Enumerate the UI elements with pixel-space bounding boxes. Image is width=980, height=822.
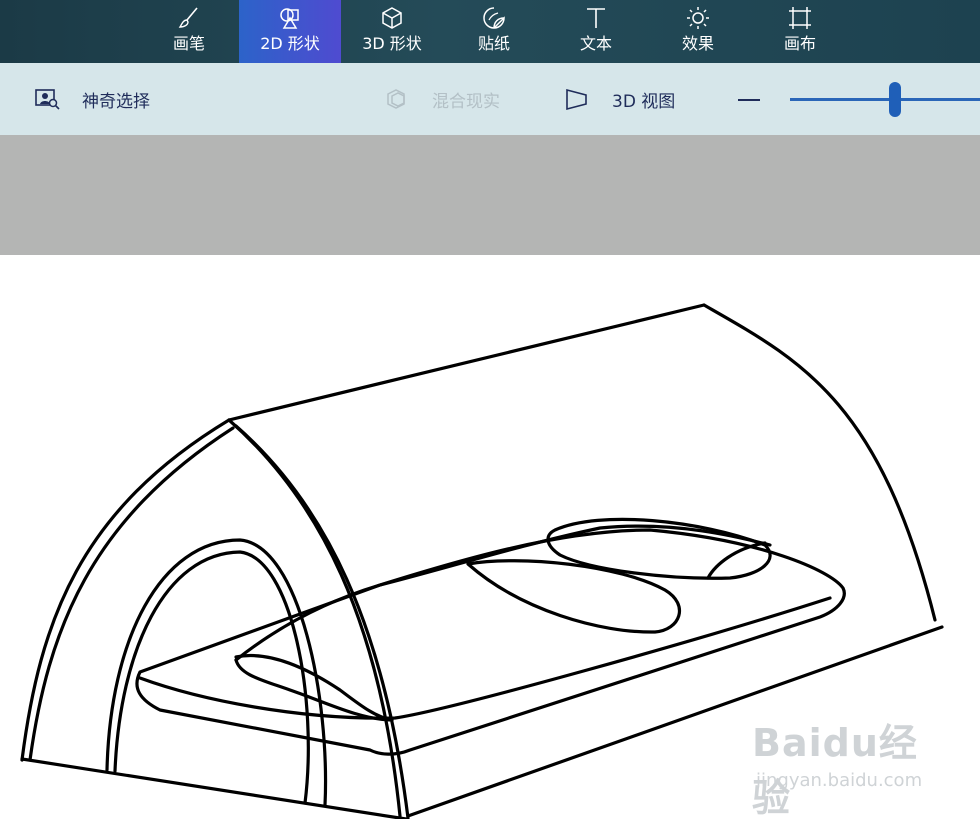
tab-canvas[interactable]: 画布 <box>749 0 851 63</box>
mattress-outline <box>135 528 846 756</box>
3d-view-icon <box>564 86 590 112</box>
tab-label: 2D 形状 <box>260 34 320 53</box>
sticker-icon <box>482 6 506 30</box>
workspace-background <box>0 135 980 255</box>
tab-label: 画布 <box>783 34 816 53</box>
text-icon <box>584 6 608 30</box>
zoom-out-icon[interactable] <box>738 99 760 101</box>
tab-3d-shapes[interactable]: 3D 形状 <box>341 0 443 63</box>
front-arch-right-outer <box>227 418 402 818</box>
tab-brushes[interactable]: 画笔 <box>138 0 240 63</box>
3d-cube-icon <box>380 6 404 30</box>
tab-text[interactable]: 文本 <box>545 0 647 63</box>
mixed-reality-button[interactable]: 混合现实 <box>384 63 500 135</box>
mixed-reality-label: 混合现实 <box>432 91 500 112</box>
tab-label: 效果 <box>681 34 714 53</box>
tab-stickers[interactable]: 贴纸 <box>443 0 545 63</box>
tent-bottom-front-edge <box>20 757 408 819</box>
tab-2d-shapes[interactable]: 2D 形状 <box>239 0 341 63</box>
view-3d-button[interactable]: 3D 视图 <box>564 63 675 135</box>
front-arch-outer <box>20 418 231 762</box>
zoom-slider-thumb[interactable] <box>889 82 901 117</box>
magic-select-label: 神奇选择 <box>82 91 150 112</box>
blanket-inner <box>466 559 682 634</box>
canvas-crop-icon <box>788 6 812 30</box>
front-arch-outer-inner <box>28 426 235 762</box>
brush-icon <box>177 6 201 30</box>
tab-label: 画笔 <box>172 34 205 53</box>
sun-icon <box>686 6 710 30</box>
mattress-top-edge <box>138 596 832 720</box>
baidu-watermark: Baidu经验 jingyan.baidu.com <box>752 712 952 820</box>
roof-ridge-line <box>227 303 706 422</box>
watermark-url: jingyan.baidu.com <box>756 770 923 791</box>
tab-effects[interactable]: 效果 <box>647 0 749 63</box>
view-3d-label: 3D 视图 <box>612 91 676 112</box>
magic-select-button[interactable]: 神奇选择 <box>34 63 150 135</box>
door-arch-inner <box>113 550 310 805</box>
2d-shapes-icon <box>278 6 302 30</box>
front-arch-right-inner <box>234 424 410 819</box>
zoom-slider[interactable] <box>790 98 980 101</box>
watermark-logo: Baidu经验 <box>752 721 918 820</box>
tab-label: 文本 <box>579 34 612 53</box>
mixed-reality-icon <box>384 86 410 112</box>
tab-label: 3D 形状 <box>362 34 422 53</box>
top-tab-bar: 画笔 2D 形状 3D 形状 贴纸 文本 效果 画布 <box>0 0 980 63</box>
tab-label: 贴纸 <box>477 34 510 53</box>
magic-select-icon <box>34 86 60 112</box>
